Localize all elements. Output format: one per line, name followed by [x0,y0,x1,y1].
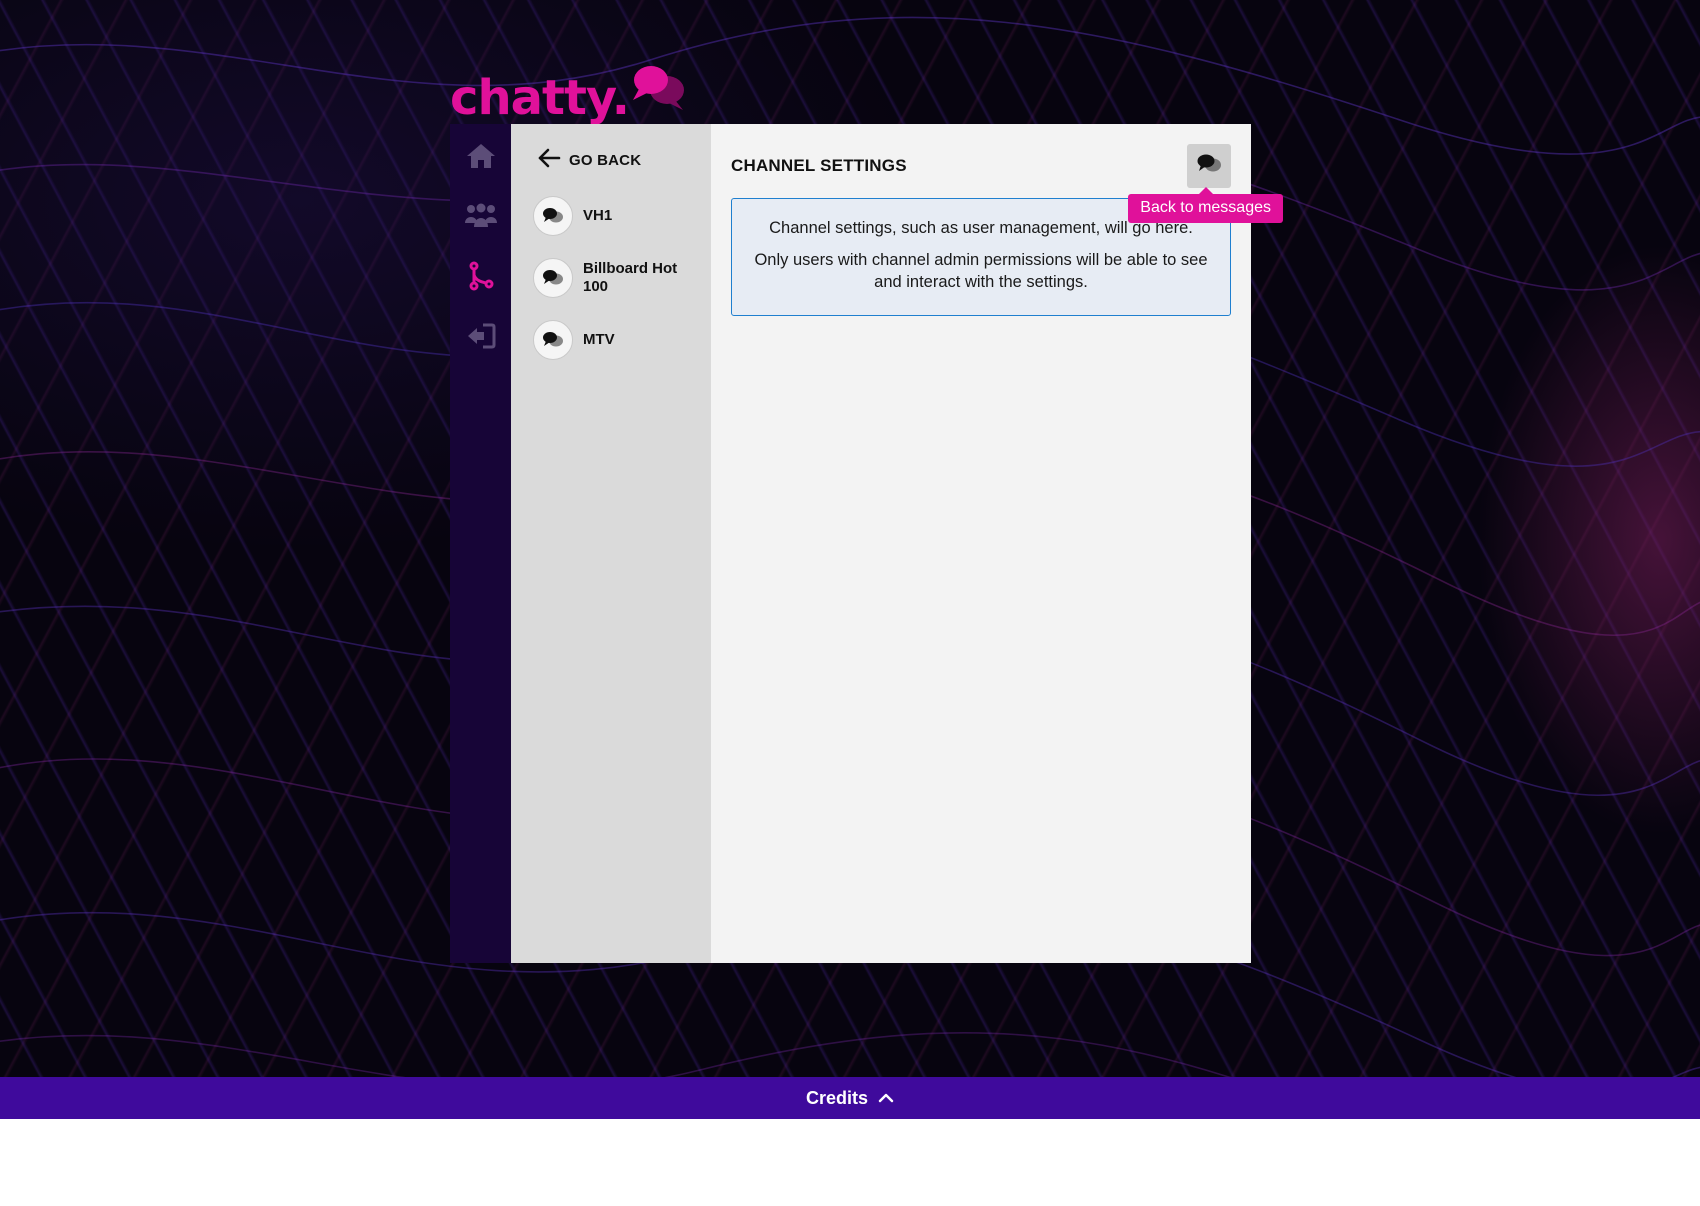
go-back-button[interactable]: GO BACK [537,146,691,174]
channel-item-vh1[interactable]: VH1 [533,196,691,236]
info-text-2: Only users with channel admin permission… [754,251,1208,291]
chevron-up-icon [878,1092,894,1104]
icon-navbar [450,124,511,963]
home-icon [466,142,496,175]
chatty-logo: chatty. [450,60,687,122]
branch-icon [468,261,494,296]
channel-item-mtv[interactable]: MTV [533,320,691,360]
chat-bubbles-icon [1196,153,1222,180]
channel-name: Billboard Hot 100 [583,260,678,295]
chat-bubbles-icon [533,320,573,360]
page-title: CHANNEL SETTINGS [731,156,907,175]
channel-list-panel: GO BACK VH1 Billboard Hot 100 MTV [511,124,711,963]
logo-bubbles-icon [631,64,687,114]
app-window: GO BACK VH1 Billboard Hot 100 MTV CHANNE… [450,124,1283,963]
arrow-left-icon [537,147,561,174]
go-back-label: GO BACK [569,151,642,169]
channel-name: MTV [583,331,615,348]
users-icon [464,203,498,234]
chat-bubbles-icon [533,258,573,298]
credits-bar[interactable]: Credits [0,1077,1700,1119]
nav-users[interactable] [461,198,501,238]
sign-out-icon [466,323,496,354]
nav-home[interactable] [461,138,501,178]
channel-item-billboard-hot-100[interactable]: Billboard Hot 100 [533,258,691,298]
logo-text: chatty. [450,70,630,126]
nav-sign-out[interactable] [461,318,501,358]
chat-bubbles-icon [533,196,573,236]
back-to-messages-tooltip: Back to messages [1128,187,1283,223]
credits-label: Credits [805,1087,868,1108]
back-to-messages-button[interactable] [1187,144,1231,188]
settings-header: CHANNEL SETTINGS [731,144,1231,188]
channel-settings-panel: CHANNEL SETTINGS Back to messages Channe… [711,124,1283,963]
channel-name: VH1 [583,207,613,224]
nav-channels[interactable] [461,258,501,298]
